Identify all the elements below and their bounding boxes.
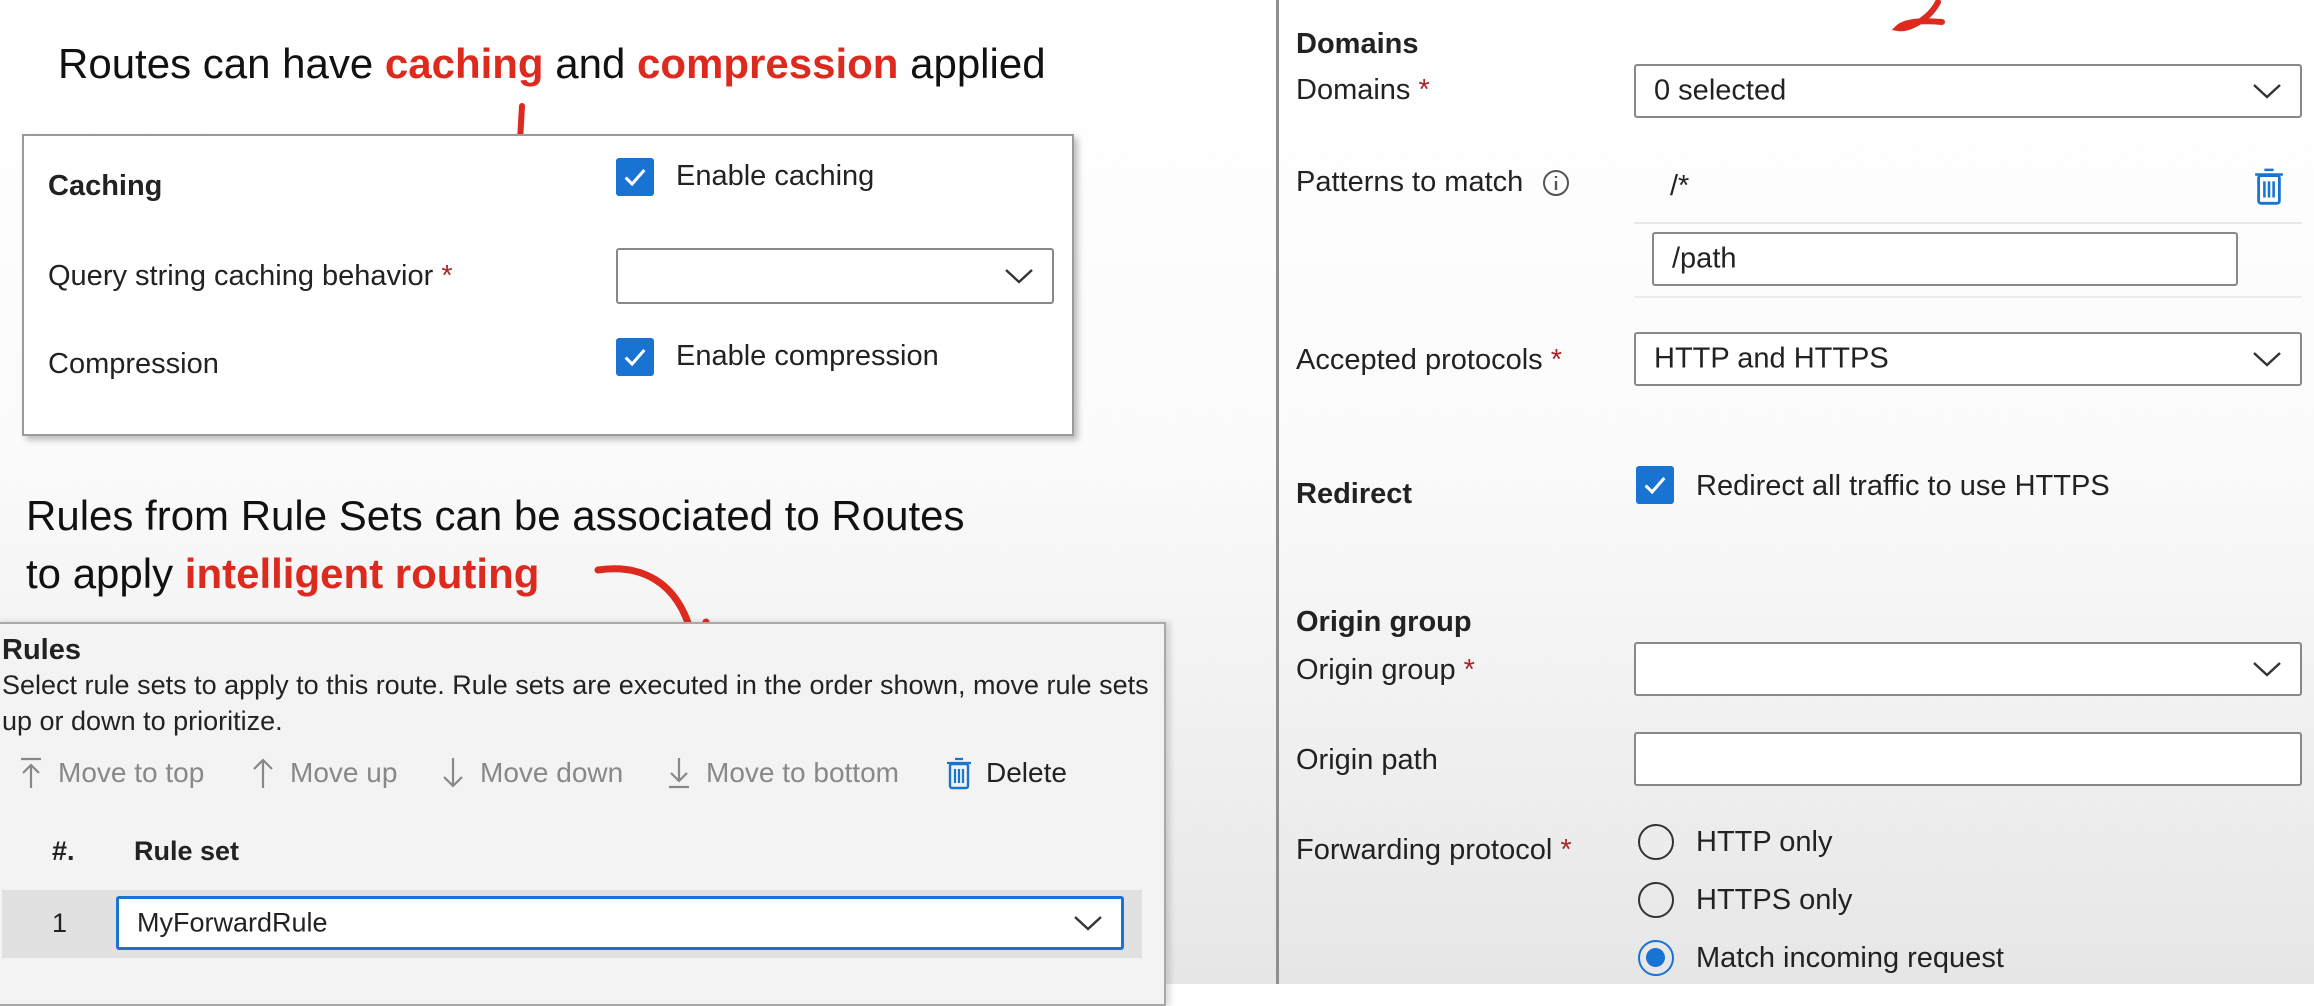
- move-down-label: Move down: [480, 757, 624, 788]
- slide-heading-caching: Routes can have caching and compression …: [58, 40, 1046, 88]
- origin-group-dropdown[interactable]: [1634, 642, 2302, 696]
- chevron-down-icon: [1074, 916, 1102, 931]
- redirect-checkbox-label: Redirect all traffic to use HTTPS: [1696, 470, 2110, 502]
- arrow-up-icon: [253, 758, 273, 788]
- delete-button[interactable]: Delete: [946, 756, 1067, 790]
- required-mark: *: [441, 260, 453, 292]
- forwarding-protocol-label-text: Forwarding protocol: [1296, 834, 1553, 866]
- pattern-row: /*: [1634, 150, 2302, 224]
- accepted-protocols-label: Accepted protocols *: [1296, 344, 1562, 377]
- move-to-bottom-label: Move to bottom: [706, 757, 899, 788]
- rules-description-line1: Select rule sets to apply to this route.…: [2, 670, 1149, 700]
- pattern-separator: [1634, 296, 2302, 298]
- accepted-protocols-label-text: Accepted protocols: [1296, 344, 1543, 376]
- move-up-button[interactable]: Move up: [250, 756, 397, 790]
- radio-match-incoming-label: Match incoming request: [1696, 942, 2004, 974]
- radio-http-only-label: HTTP only: [1696, 826, 1833, 858]
- move-to-top-icon: [21, 757, 41, 788]
- rules-description-line2: up or down to prioritize.: [2, 706, 283, 736]
- chevron-down-icon: [2253, 84, 2281, 99]
- rules-title: Rules: [2, 634, 81, 666]
- trash-icon: [947, 757, 971, 790]
- domains-dropdown[interactable]: 0 selected: [1634, 64, 2302, 118]
- checkmark-icon: [624, 169, 646, 187]
- enable-caching-checkbox[interactable]: [616, 158, 654, 196]
- required-mark: *: [1418, 74, 1430, 106]
- accepted-protocols-value: HTTP and HTTPS: [1654, 342, 1889, 375]
- query-string-label-text: Query string caching behavior: [48, 260, 434, 292]
- row-num: 1: [52, 908, 68, 938]
- pattern-input[interactable]: /path: [1652, 232, 2238, 286]
- slide-heading-rules-line1: Rules from Rule Sets can be associated t…: [26, 492, 965, 539]
- radio-https-only[interactable]: [1638, 882, 1674, 918]
- table-row[interactable]: 1 MyForwardRule: [2, 890, 1142, 958]
- redirect-label: Redirect: [1296, 478, 1413, 510]
- compression-label: Compression: [48, 348, 219, 380]
- redirect-checkbox[interactable]: [1636, 466, 1674, 504]
- rules-panel: Rules Select rule sets to apply to this …: [0, 622, 1166, 1006]
- pattern-value: /*: [1670, 170, 1690, 202]
- pattern-input-value: /path: [1672, 242, 1737, 275]
- heading-text: to apply: [26, 550, 185, 597]
- domains-label-text: Domains: [1296, 74, 1411, 106]
- accepted-protocols-dropdown[interactable]: HTTP and HTTPS: [1634, 332, 2302, 386]
- heading-highlight-compression: compression: [637, 40, 899, 87]
- radio-http-only[interactable]: [1638, 824, 1674, 860]
- trash-icon[interactable]: [2254, 166, 2284, 206]
- origin-group-section-title: Origin group: [1296, 606, 1472, 638]
- delete-label: Delete: [986, 757, 1067, 788]
- column-header-rule-set: Rule set: [134, 836, 240, 866]
- enable-compression-label: Enable compression: [676, 340, 939, 372]
- forwarding-protocol-label: Forwarding protocol *: [1296, 834, 1572, 867]
- caching-section-title: Caching: [48, 170, 163, 202]
- move-down-button[interactable]: Move down: [440, 756, 623, 790]
- required-mark: *: [1560, 834, 1572, 866]
- chevron-down-icon: [2253, 352, 2281, 367]
- patterns-label: Patterns to match: [1296, 166, 1571, 199]
- domains-value: 0 selected: [1654, 74, 1787, 107]
- heading-text: Routes can have: [58, 40, 385, 87]
- heading-highlight-routing: intelligent routing: [184, 550, 540, 597]
- origin-path-label: Origin path: [1296, 744, 1438, 776]
- checkmark-icon: [1644, 477, 1666, 495]
- enable-caching-label: Enable caching: [676, 160, 875, 192]
- rule-set-value: MyForwardRule: [137, 907, 328, 938]
- required-mark: *: [1550, 344, 1563, 376]
- move-up-label: Move up: [290, 757, 398, 788]
- checkmark-icon: [624, 349, 646, 367]
- move-to-bottom-icon: [669, 758, 689, 789]
- origin-group-label-text: Origin group: [1296, 654, 1456, 686]
- query-string-dropdown[interactable]: [616, 248, 1054, 304]
- required-mark: *: [1463, 654, 1475, 686]
- radio-https-only-label: HTTPS only: [1696, 884, 1853, 916]
- move-to-top-label: Move to top: [58, 757, 205, 788]
- origin-path-input[interactable]: [1634, 732, 2302, 786]
- query-string-label: Query string caching behavior *: [48, 260, 453, 293]
- radio-match-incoming[interactable]: [1638, 940, 1674, 976]
- info-icon[interactable]: [1541, 168, 1571, 198]
- domains-section-title: Domains: [1296, 28, 1419, 60]
- annotation-arrow-icon: [1891, 0, 1945, 32]
- heading-text: and: [543, 40, 638, 87]
- move-to-bottom-button[interactable]: Move to bottom: [666, 756, 899, 790]
- arrow-down-icon: [443, 758, 463, 788]
- heading-text: applied: [898, 40, 1046, 87]
- slide-heading-rules-line2: to apply intelligent routing: [26, 550, 539, 598]
- patterns-label-text: Patterns to match: [1296, 166, 1524, 198]
- domains-label: Domains *: [1296, 74, 1430, 107]
- heading-highlight-caching: caching: [384, 40, 544, 87]
- chevron-down-icon: [2253, 662, 2281, 677]
- chevron-down-icon: [1005, 269, 1033, 284]
- vertical-divider: [1276, 0, 1279, 984]
- caching-panel: Caching Enable caching Query string cach…: [22, 134, 1074, 436]
- column-header-num: #.: [52, 836, 75, 866]
- origin-group-label: Origin group *: [1296, 654, 1475, 687]
- move-to-top-button[interactable]: Move to top: [18, 756, 204, 790]
- rule-set-dropdown[interactable]: MyForwardRule: [116, 896, 1124, 950]
- enable-compression-checkbox[interactable]: [616, 338, 654, 376]
